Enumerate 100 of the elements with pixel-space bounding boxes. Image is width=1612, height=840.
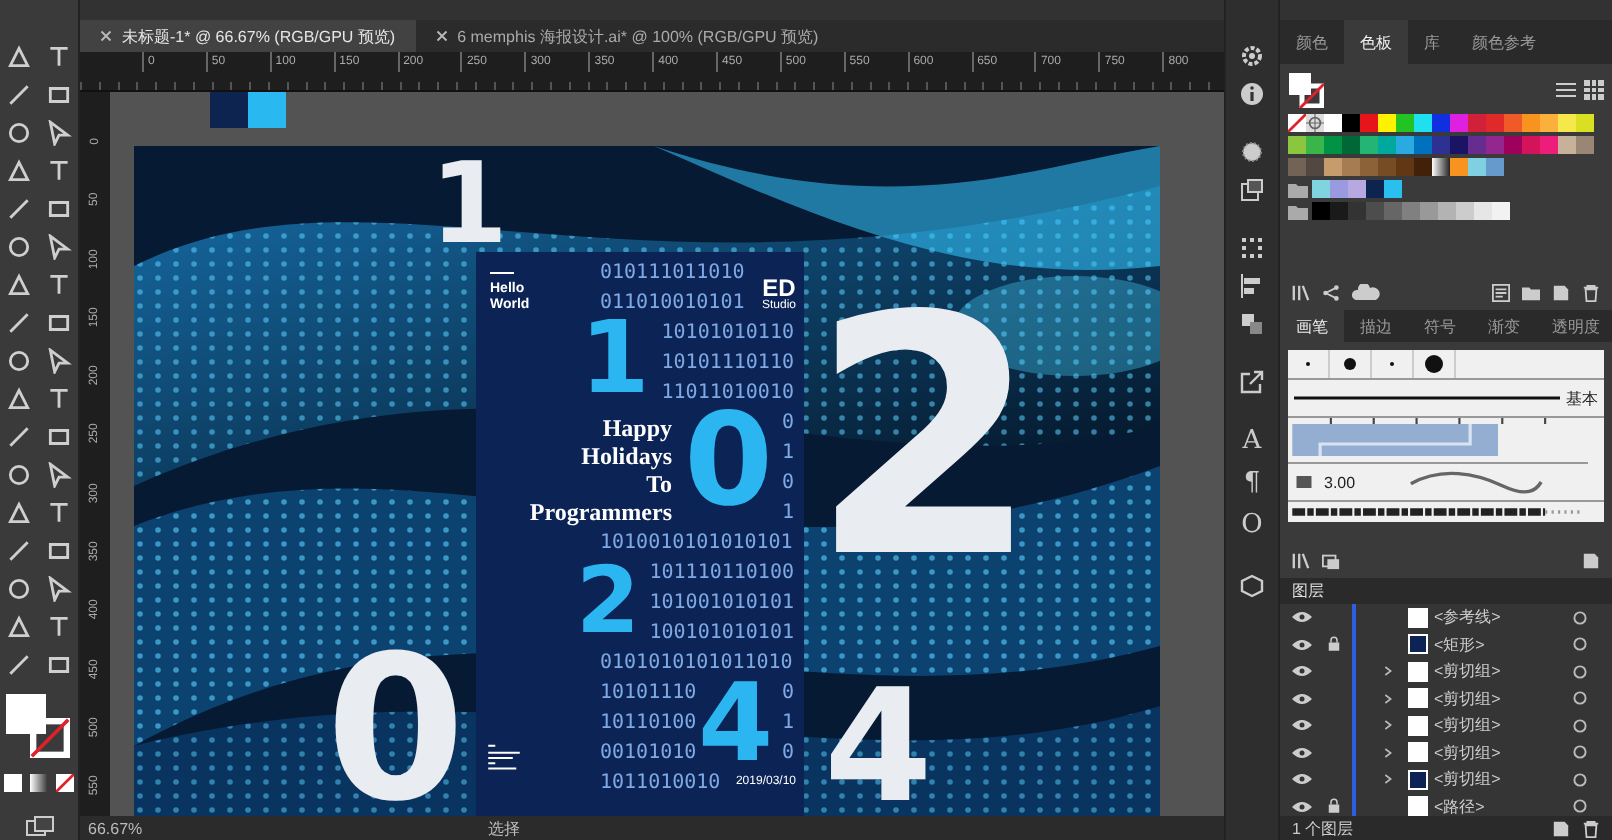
registration-swatch[interactable] (1306, 114, 1324, 132)
list-view-icon[interactable] (1556, 80, 1576, 100)
color-swatch[interactable] (1414, 158, 1432, 176)
tool-icon[interactable] (5, 44, 31, 70)
brush-options-icon[interactable] (1322, 551, 1340, 569)
tool-icon[interactable] (45, 424, 71, 450)
color-swatch[interactable] (1396, 136, 1414, 154)
trash-icon[interactable] (1582, 819, 1600, 837)
folder-icon[interactable] (1288, 204, 1308, 220)
none-swatch[interactable] (1288, 114, 1306, 132)
color-swatch[interactable] (1540, 136, 1558, 154)
color-swatch[interactable] (1330, 202, 1348, 220)
tool-icon[interactable] (5, 120, 31, 146)
sun-icon[interactable] (1240, 140, 1264, 164)
tool-icon[interactable] (45, 348, 71, 374)
fill-swatch[interactable] (5, 694, 45, 734)
color-swatch[interactable] (1342, 114, 1360, 132)
tool-icon[interactable] (5, 576, 31, 602)
tool-icon[interactable] (5, 158, 31, 184)
color-swatch[interactable] (1414, 114, 1432, 132)
color-swatch[interactable] (1306, 158, 1324, 176)
color-swatch[interactable] (1486, 158, 1504, 176)
new-item-icon[interactable] (1582, 551, 1600, 569)
grid-view-icon[interactable] (1584, 80, 1604, 100)
layer-row[interactable]: <参考线> (1280, 604, 1612, 631)
color-swatch[interactable] (1468, 158, 1486, 176)
layer-row[interactable]: <剪切组> (1280, 712, 1612, 739)
cloud-icon[interactable] (1352, 284, 1380, 300)
panel-tab[interactable]: 色板 (1344, 20, 1408, 64)
panel-tab[interactable]: 透明度 (1536, 310, 1612, 342)
color-swatch[interactable] (1342, 158, 1360, 176)
tool-icon[interactable] (45, 158, 71, 184)
tool-icon[interactable] (45, 576, 71, 602)
color-swatch[interactable] (1378, 158, 1396, 176)
color-swatch[interactable] (1360, 158, 1378, 176)
eye-icon[interactable] (1292, 799, 1312, 814)
eye-icon[interactable] (1292, 745, 1312, 760)
tool-icon[interactable] (5, 500, 31, 526)
tool-icon[interactable] (5, 196, 31, 222)
folder-icon[interactable] (1288, 182, 1308, 198)
library-icon[interactable] (1292, 551, 1310, 569)
layer-row[interactable]: <剪切组> (1280, 685, 1612, 712)
tool-icon[interactable] (45, 120, 71, 146)
color-mode-icon[interactable] (4, 774, 22, 792)
color-swatch[interactable] (1366, 202, 1384, 220)
color-swatch[interactable] (1450, 114, 1468, 132)
color-swatch[interactable] (1468, 114, 1486, 132)
tool-icon[interactable] (45, 652, 71, 678)
color-swatch[interactable] (1504, 114, 1522, 132)
info-icon[interactable] (1240, 82, 1264, 106)
tool-icon[interactable] (5, 82, 31, 108)
tool-icon[interactable] (5, 348, 31, 374)
layer-row[interactable]: <剪切组> (1280, 766, 1612, 793)
tool-icon[interactable] (5, 462, 31, 488)
panel-tab[interactable]: 库 (1408, 20, 1456, 64)
color-swatch[interactable] (1504, 136, 1522, 154)
eye-icon[interactable] (1292, 664, 1312, 679)
color-swatch[interactable] (1474, 202, 1492, 220)
expand-chevron-icon[interactable] (1384, 745, 1392, 760)
tool-icon[interactable] (5, 614, 31, 640)
eye-icon[interactable] (1292, 772, 1312, 787)
tool-icon[interactable] (45, 386, 71, 412)
color-swatch[interactable] (1324, 136, 1342, 154)
tool-icon[interactable] (45, 272, 71, 298)
screen-mode-icon[interactable] (25, 816, 53, 836)
color-swatch[interactable] (1402, 202, 1420, 220)
tool-icon[interactable] (45, 310, 71, 336)
expand-chevron-icon[interactable] (1384, 691, 1392, 706)
color-swatch[interactable] (1360, 136, 1378, 154)
panel-tab[interactable]: 渐变 (1472, 310, 1536, 342)
panel-glyph[interactable]: ¶ (1243, 470, 1261, 498)
close-icon[interactable] (100, 30, 112, 42)
export-icon[interactable] (1240, 370, 1264, 394)
color-swatch[interactable] (1384, 180, 1402, 198)
swatch-options-icon[interactable] (1492, 283, 1510, 301)
tool-icon[interactable] (5, 272, 31, 298)
tool-icon[interactable] (45, 44, 71, 70)
color-swatch[interactable] (1456, 202, 1474, 220)
layer-row[interactable]: <剪切组> (1280, 739, 1612, 766)
expand-chevron-icon[interactable] (1384, 664, 1392, 679)
layer-row[interactable]: <剪切组> (1280, 658, 1612, 685)
tool-icon[interactable] (45, 538, 71, 564)
fill-stroke-icon[interactable] (1288, 72, 1324, 108)
tool-icon[interactable] (45, 462, 71, 488)
image-icon[interactable] (1240, 178, 1264, 202)
panel-glyph[interactable]: O (1241, 512, 1263, 540)
gradient-swatch[interactable] (1432, 158, 1450, 176)
color-swatch[interactable] (1330, 180, 1348, 198)
color-swatch[interactable] (1414, 136, 1432, 154)
color-swatch[interactable] (1366, 180, 1384, 198)
none-mode-icon[interactable] (56, 774, 74, 792)
color-swatch[interactable] (1492, 202, 1510, 220)
tool-icon[interactable] (5, 234, 31, 260)
color-swatch[interactable] (1540, 114, 1558, 132)
panel-glyph[interactable]: A (1242, 428, 1262, 456)
color-swatch[interactable] (1438, 202, 1456, 220)
tool-icon[interactable] (5, 386, 31, 412)
tool-icon[interactable] (45, 196, 71, 222)
tool-icon[interactable] (5, 310, 31, 336)
color-swatch[interactable] (1306, 136, 1324, 154)
